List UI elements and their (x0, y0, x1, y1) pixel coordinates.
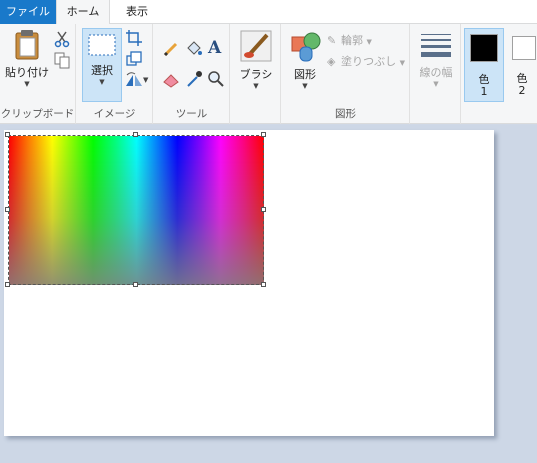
svg-text:▼: ▼ (143, 76, 149, 84)
selection-handle-right[interactable] (261, 207, 266, 212)
fill-icon: ◈ (327, 55, 336, 68)
fill-button[interactable]: ◈ 塗りつぶし ▼ (327, 53, 405, 69)
chevron-down-icon: ▼ (302, 82, 308, 90)
shapes-group-label: 図形 (335, 108, 356, 120)
ribbon-tab-bar: ファイル ホーム 表示 (0, 0, 537, 25)
paste-label: 貼り付け (5, 66, 49, 79)
line-width-button[interactable]: 線の幅 ▼ (414, 29, 458, 88)
brushes-label: ブラシ (239, 68, 273, 81)
copy-icon[interactable] (53, 51, 71, 69)
selection-handle-top[interactable] (133, 132, 138, 137)
chevron-down-icon: ▼ (366, 38, 372, 46)
paste-icon (15, 30, 39, 60)
paste-button[interactable]: 貼り付け ▼ (4, 29, 50, 88)
outline-pen-icon: ✎ (327, 34, 337, 47)
chevron-down-icon: ▼ (24, 80, 30, 88)
crop-icon[interactable] (125, 29, 143, 47)
outline-label: 輪郭 (341, 34, 363, 47)
color-2-number: 2 (518, 84, 526, 97)
tab-home[interactable]: ホーム (56, 0, 110, 25)
tab-view[interactable]: 表示 (112, 0, 162, 24)
brushes-button[interactable]: ブラシ ▼ (235, 29, 277, 90)
line-width-icon (421, 34, 451, 57)
selection-handle-left[interactable] (5, 207, 10, 212)
text-tool-icon[interactable]: A (208, 38, 221, 58)
fill-bucket-icon[interactable] (185, 40, 203, 58)
rotate-icon[interactable]: ▼ (123, 71, 149, 89)
canvas-area[interactable] (0, 125, 537, 463)
outline-button[interactable]: ✎ 輪郭 ▼ (327, 32, 372, 48)
color-picker-icon[interactable] (185, 70, 203, 88)
cut-icon[interactable] (53, 30, 71, 48)
color-1-button[interactable]: 色 1 (464, 28, 504, 102)
clipboard-group: 貼り付け ▼ クリップボード (0, 24, 76, 124)
shapes-label: 図形 (294, 68, 316, 81)
magnifier-icon[interactable] (207, 70, 225, 88)
selection-handle-bottom[interactable] (133, 282, 138, 287)
image-group: 選択 ▼ ▼ イメージ (77, 24, 153, 124)
shapes-button[interactable]: 図形 ▼ (287, 29, 323, 90)
brush-icon (240, 30, 272, 62)
fill-label: 塗りつぶし (341, 55, 397, 68)
eraser-icon[interactable] (162, 70, 180, 88)
selection-handle-top-left[interactable] (5, 132, 10, 137)
image-group-label: イメージ (93, 108, 136, 120)
chevron-down-icon: ▼ (253, 82, 259, 90)
selection-handle-bottom-right[interactable] (261, 282, 266, 287)
tab-file[interactable]: ファイル (0, 0, 56, 24)
line-width-group: 線の幅 ▼ (411, 24, 461, 124)
pencil-icon[interactable] (162, 40, 180, 58)
select-rectangle-icon (88, 34, 116, 56)
chevron-down-icon: ▼ (433, 80, 439, 88)
ribbon-home: 貼り付け ▼ クリップボード 選択 ▼ ▼ イメージ A ツール ブラシ ▼ 図… (0, 24, 537, 124)
selection-handle-top-right[interactable] (261, 132, 266, 137)
chevron-down-icon: ▼ (99, 78, 105, 86)
selection-handle-bottom-left[interactable] (5, 282, 10, 287)
select-button[interactable]: 選択 ▼ (82, 28, 122, 102)
chevron-down-icon: ▼ (399, 59, 406, 67)
tools-group-label: ツール (175, 108, 208, 120)
select-label: 選択 (91, 64, 113, 77)
brush-group: ブラシ ▼ (231, 24, 281, 124)
color-1-number: 1 (480, 85, 488, 98)
color-2-swatch (512, 36, 536, 60)
resize-icon[interactable] (125, 50, 143, 68)
clipboard-group-label: クリップボード (0, 108, 75, 120)
color-2-button[interactable]: 色 2 (507, 28, 537, 102)
selection-rectangle[interactable] (8, 135, 264, 285)
shapes-icon (291, 32, 321, 62)
color-1-swatch (470, 34, 498, 62)
line-width-label: 線の幅 (419, 66, 453, 79)
tools-group: A ツール (154, 24, 230, 124)
drawing-canvas[interactable] (4, 130, 494, 436)
shapes-group: 図形 ▼ ✎ 輪郭 ▼ ◈ 塗りつぶし ▼ 図形 (282, 24, 410, 124)
